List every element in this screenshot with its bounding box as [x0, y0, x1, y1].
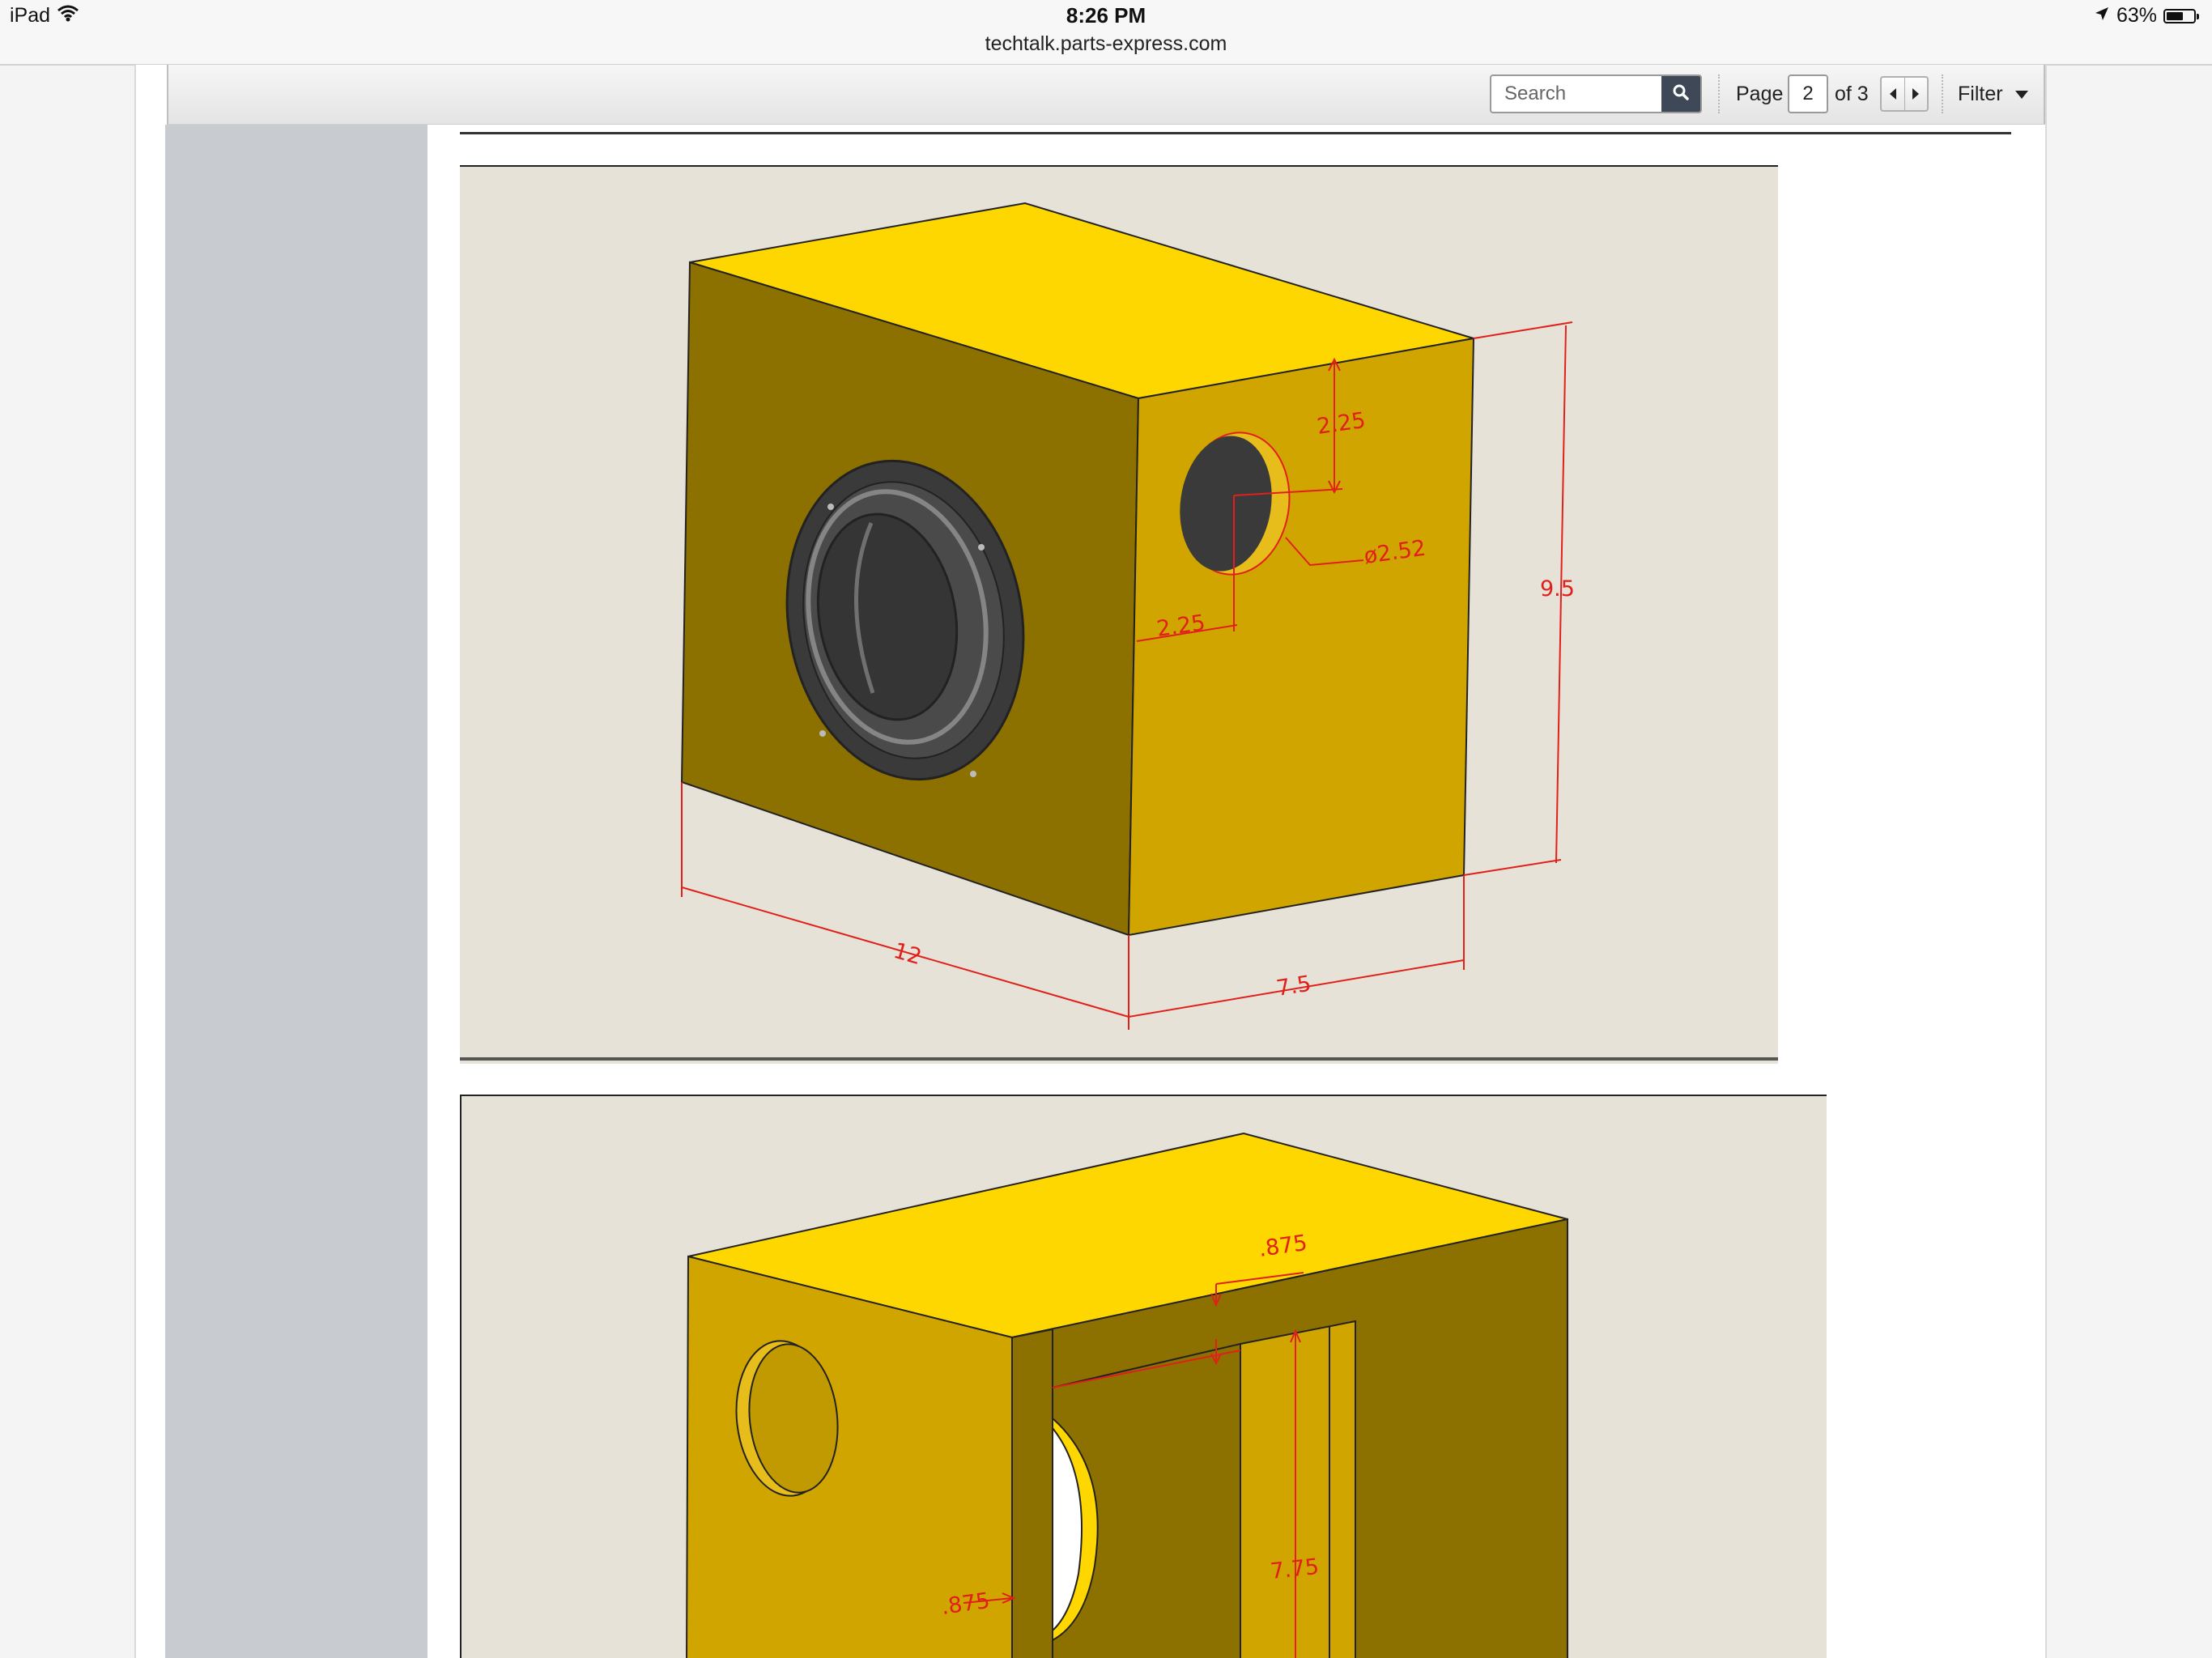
page-label: Page: [1736, 83, 1784, 105]
prev-page-button[interactable]: [1882, 78, 1904, 110]
dim-width: 7.5: [1274, 971, 1312, 1001]
left-gutter: [165, 125, 428, 1658]
filter-dropdown-icon: [2014, 90, 2028, 99]
page-number-input[interactable]: 2: [1788, 74, 1828, 113]
search-input[interactable]: [1491, 76, 1660, 112]
cad-drawing-1-svg: 2.25 ø2.52 2.25 9.5 12 7.5: [680, 202, 1575, 1030]
location-arrow-icon: [2094, 4, 2110, 28]
dim-height: 9.5: [1540, 576, 1575, 602]
search-box: [1490, 74, 1702, 113]
filter-button[interactable]: Filter: [1958, 83, 2029, 106]
box2-front-edge: [1011, 1328, 1053, 1658]
battery-icon: [2163, 8, 2199, 23]
cad-drawing-2: .875 .875 7.75: [460, 1095, 1827, 1658]
figure-divider: [460, 1057, 1778, 1061]
url-bar[interactable]: techtalk.parts-express.com: [0, 32, 2212, 56]
content-divider: [460, 132, 2011, 134]
dim2-inner-height: 7.75: [1269, 1554, 1320, 1584]
status-bar-right: 63%: [2094, 4, 2199, 28]
page-nav: [1880, 76, 1929, 112]
filter-label: Filter: [1958, 83, 2003, 105]
next-page-icon: [1912, 88, 1920, 100]
box2-brace: [1240, 1320, 1356, 1658]
dim-depth: 12: [891, 938, 925, 970]
search-icon: [1671, 83, 1691, 106]
battery-level: [2167, 11, 2183, 20]
next-page-button[interactable]: [1904, 78, 1928, 110]
search-button[interactable]: [1661, 76, 1700, 112]
status-bar: iPad 8:26 PM techtalk.parts-express.com …: [0, 0, 2212, 66]
page-count: of 3: [1835, 83, 1869, 105]
toolbar-separator: [1942, 74, 1943, 113]
clock: 8:26 PM: [1066, 3, 1146, 28]
screen: iPad 8:26 PM techtalk.parts-express.com …: [0, 0, 2212, 1658]
cad-drawing-1: 2.25 ø2.52 2.25 9.5 12 7.5: [460, 165, 1778, 1064]
battery-percent: 63%: [2116, 4, 2157, 27]
cad-drawing-2-svg: .875 .875 7.75: [686, 1132, 1568, 1658]
prev-page-icon: [1889, 88, 1896, 100]
viewer-toolbar: Page 2 of 3 Filter: [167, 65, 2045, 125]
toolbar-separator: [1718, 74, 1720, 113]
